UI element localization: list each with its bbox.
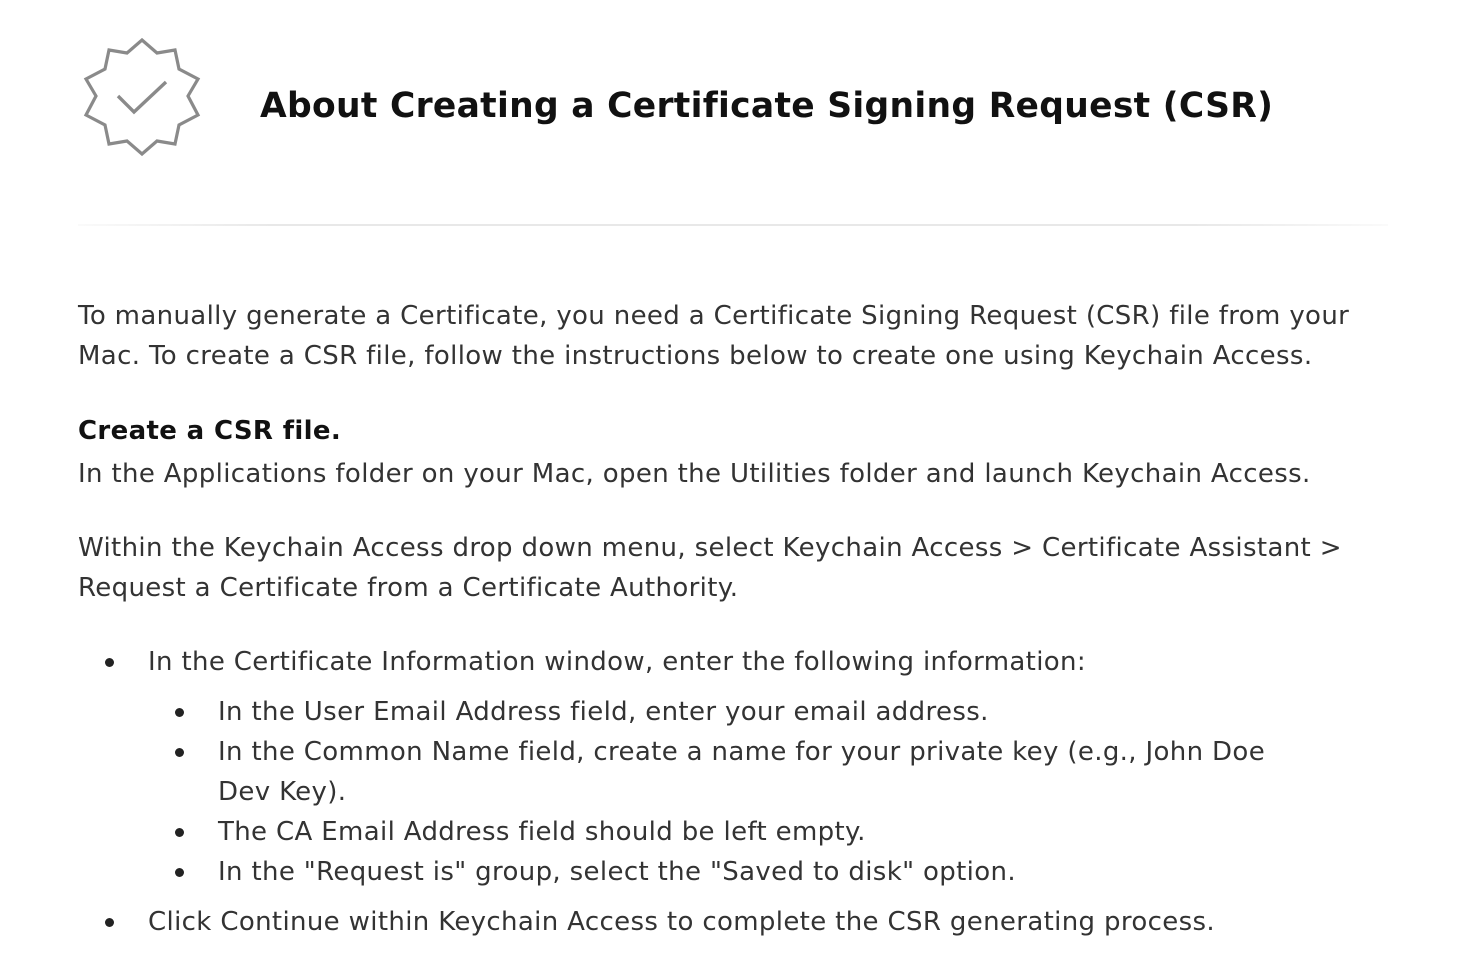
sub-instruction-list: In the User Email Address field, enter y… [148,692,1368,892]
step-paragraph: In the Applications folder on your Mac, … [78,459,1311,489]
intro-paragraph: To manually generate a Certificate, you … [78,301,1350,371]
list-item: In the Certificate Information window, e… [78,642,1368,892]
list-item: The CA Email Address field should be lef… [148,812,1318,852]
list-item: Click Continue within Keychain Access to… [78,902,1368,942]
page-header: About Creating a Certificate Signing Req… [0,0,1466,230]
list-item: In the "Request is" group, select the "S… [148,852,1318,892]
instruction-list: In the Certificate Information window, e… [78,642,1368,942]
list-item-text: Click Continue within Keychain Access to… [148,907,1215,937]
section-heading: Create a CSR file. [78,416,342,446]
article-body: To manually generate a Certificate, you … [78,296,1368,942]
list-item: In the User Email Address field, enter y… [148,692,1318,732]
list-item: In the Common Name field, create a name … [148,732,1318,812]
page-title: About Creating a Certificate Signing Req… [260,86,1274,126]
header-divider [78,224,1388,226]
step-paragraph: Within the Keychain Access drop down men… [78,533,1342,603]
list-item-text: In the Certificate Information window, e… [148,647,1086,677]
certificate-badge-check-icon [83,38,201,157]
